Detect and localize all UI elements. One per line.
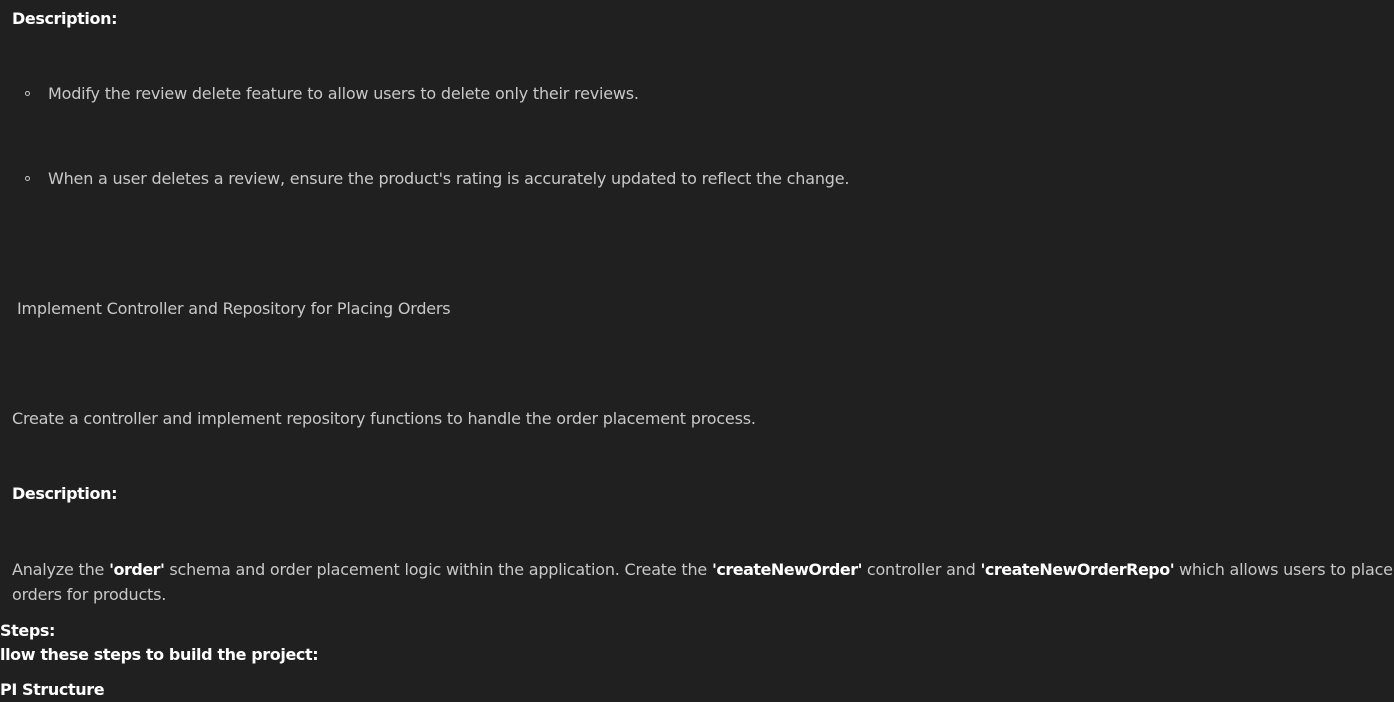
list-item-text: When a user deletes a review, ensure the… xyxy=(48,169,850,188)
create-new-order-keyword: 'createNewOrder' xyxy=(711,560,863,579)
section-summary: Create a controller and implement reposi… xyxy=(12,409,756,428)
description-text: Analyze the xyxy=(12,560,110,579)
list-item: When a user deletes a review, ensure the… xyxy=(25,169,849,188)
bullet-icon xyxy=(25,91,30,96)
list-item: Modify the review delete feature to allo… xyxy=(25,84,639,103)
create-new-order-repo-keyword: 'createNewOrderRepo' xyxy=(980,560,1175,579)
section-title: Implement Controller and Repository for … xyxy=(17,299,451,318)
description-text: schema and order placement logic within … xyxy=(164,560,712,579)
api-structure-heading: PI Structure xyxy=(0,680,105,699)
order-keyword: 'order' xyxy=(109,560,165,579)
steps-intro: llow these steps to build the project: xyxy=(0,645,319,664)
page: Description: Modify the review delete fe… xyxy=(0,0,1394,702)
list-item-text: Modify the review delete feature to allo… xyxy=(48,84,639,103)
description-heading: Description: xyxy=(12,9,118,28)
description-text: controller and xyxy=(861,560,981,579)
description-paragraph: Analyze the 'order' schema and order pla… xyxy=(12,557,1394,607)
description-heading: Description: xyxy=(12,484,118,503)
steps-heading: Steps: xyxy=(0,621,55,640)
bullet-icon xyxy=(25,176,30,181)
